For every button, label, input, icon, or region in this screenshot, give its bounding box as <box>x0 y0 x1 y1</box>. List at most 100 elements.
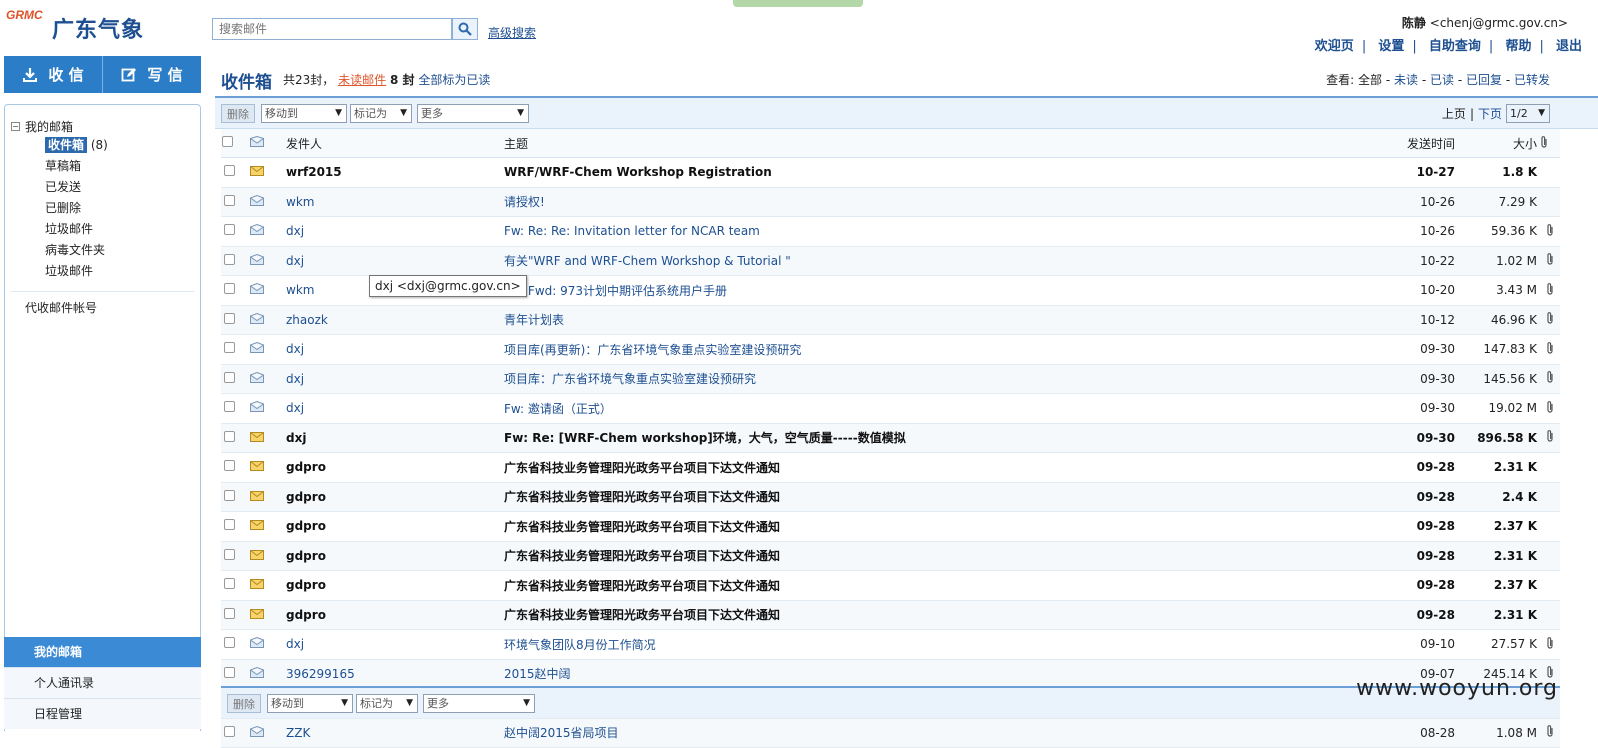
row-from[interactable]: ZZK <box>285 718 503 748</box>
bottom-nav-contacts[interactable]: 个人通讯录 <box>4 667 201 698</box>
folder-deleted[interactable]: 已删除 <box>11 198 108 219</box>
nav-settings[interactable]: 设置 <box>1378 39 1404 54</box>
row-subject[interactable]: 项目库：广东省环境气象重点实验室建设预研究 <box>503 364 1383 394</box>
row-subject[interactable]: 广东省科技业务管理阳光政务平台项目下达文件通知 <box>503 600 1383 630</box>
row-checkbox[interactable] <box>224 460 235 472</box>
table-row[interactable]: wrf2015 WRF/WRF-Chem Workshop Registratio… <box>221 157 1560 188</box>
table-row[interactable]: dxj 有关"WRF and WRF-Chem Workshop & Tutori… <box>221 246 1560 276</box>
row-checkbox-cell[interactable] <box>221 541 249 571</box>
table-row[interactable]: gdpro 广东省科技业务管理阳光政务平台项目下达文件通知 09-28 2.4 K <box>221 482 1560 512</box>
folder-sent[interactable]: 已发送 <box>11 177 108 198</box>
from-header[interactable]: 发件人 <box>285 129 503 158</box>
nav-help[interactable]: 帮助 <box>1505 39 1531 54</box>
subject-header[interactable]: 主题 <box>503 129 1383 158</box>
table-row[interactable]: gdpro 广东省科技业务管理阳光政务平台项目下达文件通知 09-28 2.37 K <box>221 511 1560 542</box>
row-from[interactable]: dxj <box>285 629 503 660</box>
bottom-nav-calendar[interactable]: 日程管理 <box>4 698 201 729</box>
row-subject[interactable]: 广东省科技业务管理阳光政务平台项目下达文件通知 <box>503 541 1383 571</box>
table-row[interactable]: dxj 环境气象团队8月份工作简况 09-10 27.57 K <box>221 629 1560 660</box>
table-row[interactable]: gdpro 广东省科技业务管理阳光政务平台项目下达文件通知 09-28 2.31 K <box>221 452 1560 483</box>
row-checkbox[interactable] <box>224 578 235 590</box>
row-subject[interactable]: 广东省科技业务管理阳光政务平台项目下达文件通知 <box>503 482 1383 512</box>
table-row[interactable]: gdpro 广东省科技业务管理阳光政务平台项目下达文件通知 09-28 2.37 K <box>221 570 1560 601</box>
move-to-select[interactable]: 移动到 ▼ <box>261 104 347 123</box>
row-from[interactable]: gdpro <box>285 570 503 601</box>
view-read[interactable]: 已读 <box>1430 73 1454 87</box>
row-from[interactable]: gdpro <box>285 482 503 512</box>
row-checkbox[interactable] <box>224 725 235 737</box>
view-unread[interactable]: 未读 <box>1394 73 1418 87</box>
row-checkbox-cell[interactable] <box>221 216 249 247</box>
row-checkbox[interactable] <box>224 607 235 619</box>
folder-virus[interactable]: 病毒文件夹 <box>11 240 108 261</box>
table-row[interactable]: dxj 项目库(再更新)：广东省环境气象重点实验室建设预研究 09-30 147.83… <box>221 334 1560 365</box>
row-subject[interactable]: 环境气象团队8月份工作简况 <box>503 629 1383 660</box>
more-select[interactable]: 更多 ▼ <box>417 104 529 123</box>
advanced-search-link[interactable]: 高级搜索 <box>488 24 536 41</box>
nav-self-query[interactable]: 自助查询 <box>1429 39 1481 54</box>
compose-button[interactable]: 写 信 <box>103 56 201 93</box>
row-checkbox[interactable] <box>224 194 235 206</box>
row-checkbox[interactable] <box>224 342 235 354</box>
row-checkbox-cell[interactable] <box>221 600 249 630</box>
row-subject[interactable]: Fw: Re: Re: Invitation letter for NCAR t… <box>503 216 1383 247</box>
folder-inbox[interactable]: 收件箱 (8) <box>11 135 108 156</box>
row-checkbox[interactable] <box>224 519 235 531</box>
collapse-icon[interactable]: − <box>11 121 20 131</box>
row-subject[interactable]: Fw: Re: [WRF-Chem workshop]环境，大气，空气质量---… <box>503 423 1383 453</box>
row-checkbox-cell[interactable] <box>221 423 249 453</box>
delete-button[interactable]: 删除 <box>221 104 255 123</box>
row-from[interactable]: dxj <box>285 216 503 247</box>
nav-logout[interactable]: 退出 <box>1556 39 1582 54</box>
row-from[interactable]: dxj <box>285 246 503 276</box>
row-checkbox-cell[interactable] <box>221 246 249 276</box>
table-row[interactable]: ZZK 赵中阔2015省局项目 08-28 1.08 M <box>221 718 1560 748</box>
search-input[interactable] <box>212 18 452 40</box>
row-checkbox[interactable] <box>224 666 235 678</box>
move-to-select-bottom[interactable]: 移动到 ▼ <box>267 694 353 713</box>
mailbox-root[interactable]: − 我的邮箱 <box>11 117 108 135</box>
mark-as-select-bottom[interactable]: 标记为 ▼ <box>356 694 418 713</box>
row-checkbox[interactable] <box>224 253 235 265</box>
mark-all-read-link[interactable]: 全部标为已读 <box>418 73 490 87</box>
row-checkbox-cell[interactable] <box>221 157 249 188</box>
row-checkbox[interactable] <box>224 637 235 649</box>
row-from[interactable]: wrf2015 <box>285 157 503 188</box>
folder-spam[interactable]: 垃圾邮件 <box>11 261 108 282</box>
row-subject[interactable]: 2015赵中阔 <box>503 659 1383 689</box>
receive-button[interactable]: 收 信 <box>4 56 103 93</box>
page-select[interactable]: 1/2 ▼ <box>1506 104 1550 123</box>
table-row[interactable]: wkm 请授权! 10-26 7.29 K <box>221 187 1560 217</box>
row-subject[interactable]: 广东省科技业务管理阳光政务平台项目下达文件通知 <box>503 511 1383 542</box>
table-row[interactable]: dxj Fw: Re: [WRF-Chem workshop]环境，大气，空气质量… <box>221 423 1560 453</box>
table-row[interactable]: dxj Fw: Re: Re: Invitation letter for NCA… <box>221 216 1560 247</box>
row-checkbox[interactable] <box>224 489 235 501</box>
row-from[interactable]: gdpro <box>285 541 503 571</box>
row-from[interactable]: gdpro <box>285 511 503 542</box>
row-checkbox[interactable] <box>224 224 235 236</box>
date-header[interactable]: 发送时间 <box>1383 129 1465 158</box>
row-checkbox-cell[interactable] <box>221 187 249 217</box>
select-all-cell[interactable] <box>221 129 249 158</box>
folder-drafts[interactable]: 草稿箱 <box>11 156 108 177</box>
proxy-accounts[interactable]: 代收邮件帐号 <box>25 299 97 316</box>
table-row[interactable]: dxj 项目库：广东省环境气象重点实验室建设预研究 09-30 145.56 K <box>221 364 1560 394</box>
row-checkbox[interactable] <box>224 401 235 413</box>
row-subject[interactable]: 项目库(再更新)：广东省环境气象重点实验室建设预研究 <box>503 334 1383 365</box>
row-checkbox-cell[interactable] <box>221 334 249 365</box>
table-row[interactable]: dxj Fw: 邀请函（正式） 09-30 19.02 M <box>221 393 1560 424</box>
row-checkbox-cell[interactable] <box>221 482 249 512</box>
row-checkbox-cell[interactable] <box>221 718 249 748</box>
row-checkbox[interactable] <box>224 371 235 383</box>
delete-button-bottom[interactable]: 删除 <box>227 694 261 713</box>
search-button[interactable] <box>452 18 478 40</box>
row-subject[interactable]: 请授权! <box>503 187 1383 217</box>
row-subject[interactable]: Fw: 邀请函（正式） <box>503 393 1383 424</box>
table-row[interactable]: gdpro 广东省科技业务管理阳光政务平台项目下达文件通知 09-28 2.31 K <box>221 600 1560 630</box>
row-from[interactable]: dxj <box>285 334 503 365</box>
row-subject[interactable]: 青年计划表 <box>503 305 1383 335</box>
view-replied[interactable]: 已回复 <box>1466 73 1502 87</box>
row-checkbox[interactable] <box>224 165 235 177</box>
row-checkbox[interactable] <box>224 312 235 324</box>
select-all-checkbox[interactable] <box>222 136 233 147</box>
